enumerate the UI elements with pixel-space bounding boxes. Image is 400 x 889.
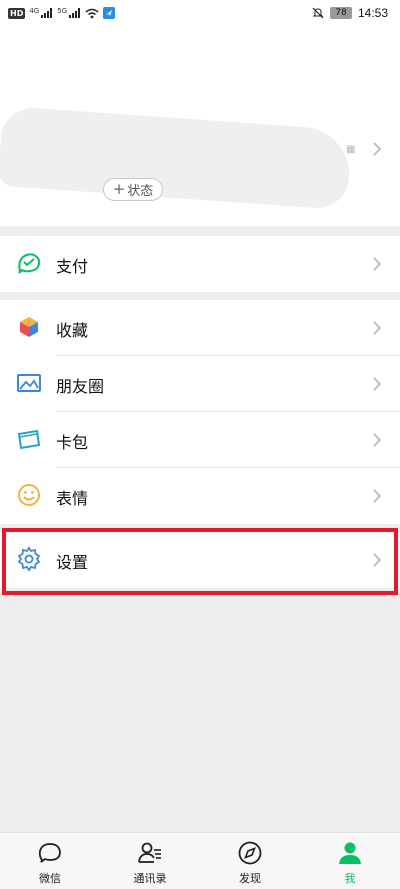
tab-label: 微信: [39, 872, 61, 885]
network-label-2: 5G: [57, 7, 68, 15]
pay-section: 支付: [0, 236, 400, 292]
chevron-right-icon: [373, 377, 382, 391]
favorites-cube-icon: [20, 317, 38, 337]
settings-section: 设置: [0, 532, 400, 588]
mute-bell-icon: [312, 7, 324, 19]
signal-icon-2: [69, 8, 81, 18]
moments-picture-icon: [17, 374, 41, 392]
qr-code-icon[interactable]: ▦: [346, 144, 355, 155]
menu-item-settings[interactable]: 设置: [0, 532, 400, 588]
chevron-right-icon: [373, 553, 382, 567]
menu-item-moments[interactable]: 朋友圈: [0, 356, 400, 412]
menu-item-stickers[interactable]: 表情: [0, 468, 400, 524]
menu-item-pay[interactable]: 支付: [0, 236, 400, 292]
menu-item-label: 表情: [56, 489, 89, 508]
menu-item-cards[interactable]: 卡包: [0, 412, 400, 468]
card-wallet-icon: [17, 429, 41, 450]
plus-icon: +: [112, 180, 126, 198]
features-section: 收藏 朋友圈 卡包 表情: [0, 300, 400, 524]
battery-indicator: 78: [329, 7, 352, 19]
chat-bubble-icon: [38, 843, 61, 863]
hd-badge: HD: [8, 7, 26, 19]
network-label-1: 4G: [29, 7, 40, 15]
menu-item-label: 支付: [56, 257, 89, 276]
status-bar: HD 4G 5G 78 14:53: [0, 0, 400, 28]
pay-icon: [18, 253, 41, 274]
chevron-right-icon: [373, 257, 382, 271]
status-button-label: 状态: [127, 184, 154, 199]
tab-label: 发现: [239, 872, 261, 885]
menu-item-favorites[interactable]: 收藏: [0, 300, 400, 356]
tab-chats[interactable]: 微信: [0, 833, 100, 889]
menu-item-label: 朋友圈: [56, 377, 105, 396]
add-status-button[interactable]: + 状态: [103, 178, 163, 201]
chevron-right-icon: [373, 142, 382, 156]
tab-label: 通讯录: [133, 872, 167, 885]
menu-item-label: 设置: [56, 553, 89, 572]
contacts-icon: [138, 842, 161, 863]
tab-discover[interactable]: 发现: [200, 833, 300, 889]
chevron-right-icon: [373, 433, 382, 447]
wifi-icon: [85, 8, 99, 18]
app-notification-icon: [103, 7, 116, 19]
person-icon: [339, 842, 361, 864]
clock: 14:53: [357, 6, 388, 20]
chevron-right-icon: [373, 489, 382, 503]
profile-header[interactable]: ▦ + 状态: [0, 28, 400, 226]
tab-contacts[interactable]: 通讯录: [100, 833, 200, 889]
tab-label: 我: [344, 872, 356, 885]
gear-icon: [17, 546, 41, 572]
status-bar-right: 78 14:53: [312, 6, 388, 20]
smiley-icon: [18, 484, 40, 506]
tab-me[interactable]: 我: [300, 833, 400, 889]
menu-item-label: 卡包: [56, 433, 89, 452]
bottom-tab-bar: 微信 通讯录 发现 我: [0, 832, 400, 889]
menu-item-label: 收藏: [56, 321, 89, 340]
chevron-right-icon: [373, 321, 382, 335]
status-bar-left: HD 4G 5G: [8, 7, 116, 19]
redacted-profile-info: [0, 105, 353, 211]
compass-icon: [238, 841, 262, 865]
signal-icon: [41, 8, 53, 18]
